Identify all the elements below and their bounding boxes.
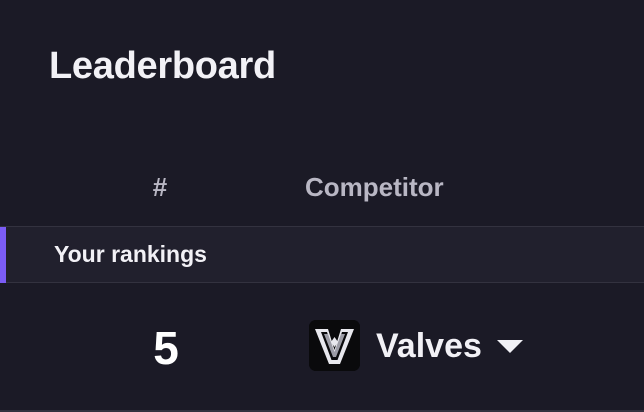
table-header: # Competitor — [0, 160, 644, 226]
chevron-down-icon[interactable] — [496, 339, 524, 355]
leaderboard-page: Leaderboard # Competitor Your rankings 5… — [0, 0, 644, 412]
rank-value: 5 — [153, 322, 179, 374]
competitor-name-dropdown[interactable]: Valves — [376, 327, 482, 366]
valves-team-logo-icon — [309, 320, 360, 371]
section-label: Your rankings — [54, 241, 207, 267]
page-title: Leaderboard — [49, 45, 276, 87]
table-row: 5 Valves — [0, 283, 644, 410]
your-rankings-section-header: Your rankings — [0, 227, 644, 282]
column-header-rank: # — [152, 172, 168, 202]
column-header-competitor: Competitor — [305, 172, 444, 202]
